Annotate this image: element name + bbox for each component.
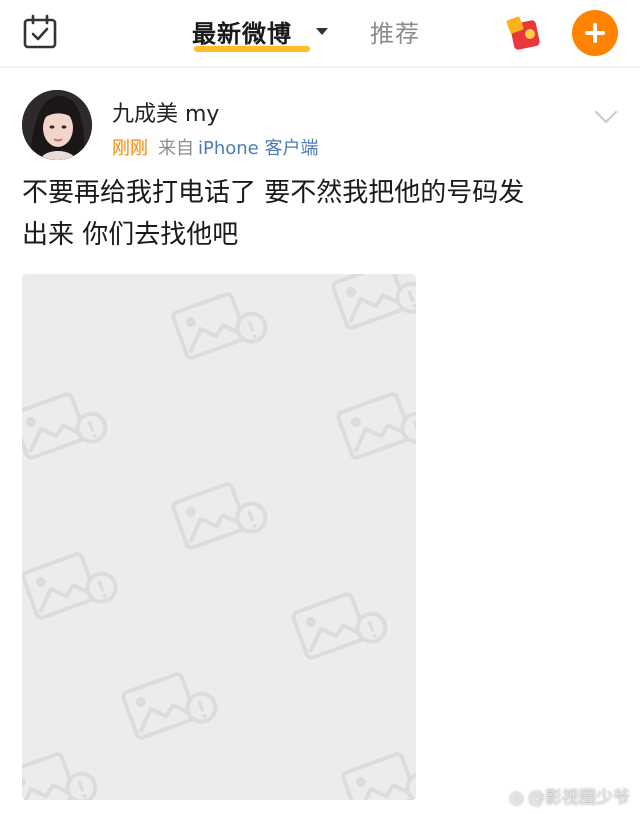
post-meta: 刚刚 来自 iPhone 客户端	[112, 134, 318, 160]
top-navigation-bar: 最新微博 推荐	[0, 0, 640, 66]
watermark: ◎ @影视圈少爷	[509, 783, 630, 808]
post-source-prefix: 来自	[158, 138, 194, 159]
calendar-check-icon[interactable]	[22, 14, 58, 50]
caret-down-icon[interactable]	[316, 28, 328, 35]
chevron-down-icon[interactable]	[594, 100, 618, 124]
post-text-line: 出来 你们去找他吧	[22, 220, 239, 250]
divider	[0, 66, 640, 68]
avatar-image	[22, 90, 92, 160]
avatar[interactable]	[22, 90, 92, 160]
tab-recommend[interactable]: 推荐	[370, 14, 420, 49]
tab-latest-weibo[interactable]: 最新微博	[192, 14, 292, 49]
image-placeholder-icon	[22, 274, 416, 800]
post-author-name[interactable]: 九成美 my	[112, 96, 219, 128]
watermark-text: @影视圈少爷	[528, 788, 630, 808]
red-packet-icon[interactable]	[506, 14, 546, 52]
weibo-logo-icon: ◎	[509, 788, 524, 808]
compose-button[interactable]	[572, 10, 618, 56]
post-text: 不要再给我打电话了 要不然我把他的号码发 出来 你们去找他吧	[22, 172, 618, 256]
post-source-client[interactable]: iPhone 客户端	[198, 138, 318, 159]
post-time: 刚刚	[112, 138, 148, 159]
post-text-line: 不要再给我打电话了 要不然我把他的号码发	[22, 178, 525, 208]
post-image-placeholder[interactable]	[22, 274, 416, 800]
